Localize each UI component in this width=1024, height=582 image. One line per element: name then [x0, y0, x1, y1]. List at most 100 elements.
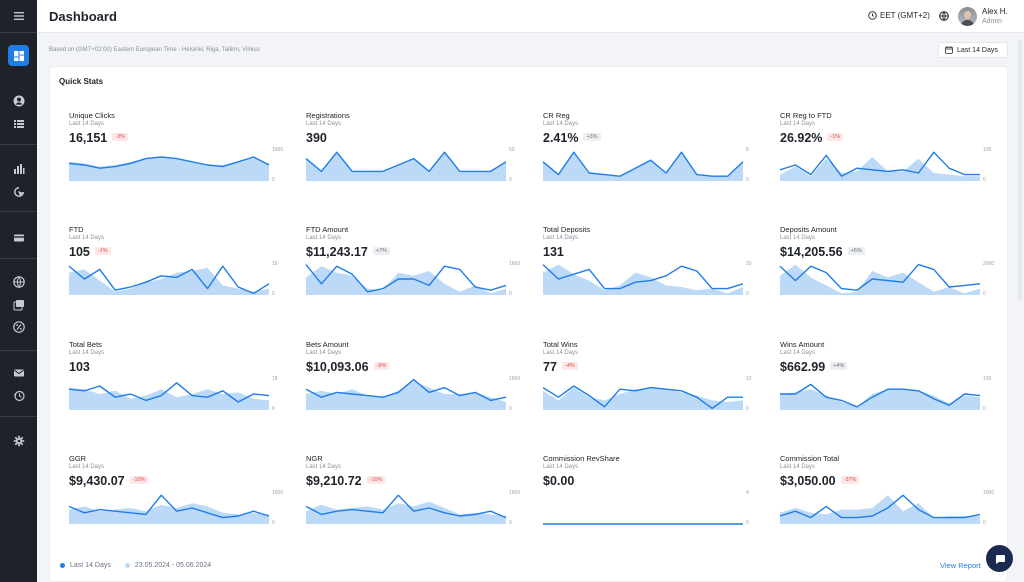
- axis-max-label: 1600: [509, 261, 521, 267]
- sparkline-area-previous: [69, 387, 269, 410]
- sidebar-item-profile[interactable]: [0, 90, 37, 112]
- stat-value: 77 -4%: [543, 360, 578, 374]
- stat-period: Last 14 Days: [306, 235, 342, 241]
- sidebar-item-media[interactable]: [0, 294, 37, 316]
- stat-tile: Registrations Last 14 Days 390 60 0: [305, 111, 521, 221]
- clock-icon: [868, 11, 877, 20]
- view-report-link[interactable]: View Report: [940, 561, 981, 570]
- stat-value-text: 105: [69, 245, 90, 259]
- sparkline-area-previous: [543, 264, 743, 295]
- axis-min-label: 0: [746, 520, 749, 526]
- axis-min-label: 0: [509, 177, 512, 183]
- sidebar-item-reports[interactable]: [0, 158, 37, 180]
- stat-period: Last 14 Days: [69, 235, 105, 241]
- axis-max-label: 100: [983, 147, 992, 153]
- stat-name: NGR: [306, 454, 323, 463]
- stat-value-text: $3,050.00: [780, 474, 836, 488]
- sidebar-divider: [0, 258, 37, 259]
- stat-tile: Commission RevShare Last 14 Days $0.00 4 0: [543, 454, 758, 564]
- timezone-label: EET (GMT+2): [880, 11, 930, 20]
- stat-value-text: $11,243.17: [306, 245, 368, 259]
- sidebar-item-dashboard[interactable]: [0, 45, 37, 67]
- sidebar-item-messages[interactable]: [0, 362, 37, 384]
- sidebar-item-history[interactable]: [0, 385, 37, 407]
- sidebar-item-settings[interactable]: [0, 430, 37, 452]
- stat-name: Wins Amount: [780, 340, 825, 349]
- sidebar-item-clicks[interactable]: [0, 181, 37, 203]
- stat-value: 2.41% +3%: [543, 131, 601, 145]
- axis-max-label: 18: [272, 261, 278, 267]
- stat-value-text: 2.41%: [543, 131, 579, 145]
- page-title: Dashboard: [49, 9, 117, 24]
- user-name: Alex H.: [982, 7, 1008, 16]
- stat-period: Last 14 Days: [780, 235, 816, 241]
- sparkline-chart: [542, 151, 744, 181]
- stat-value: 26.92% -1%: [780, 131, 844, 145]
- axis-min-label: 0: [983, 291, 986, 297]
- axis-min-label: 0: [746, 291, 749, 297]
- sparkline-chart: [68, 494, 270, 524]
- menu-icon[interactable]: [0, 5, 37, 27]
- stat-value-text: 131: [543, 245, 564, 259]
- legend-item-current: Last 14 Days: [60, 562, 111, 569]
- sparkline-area-previous: [306, 152, 506, 181]
- stat-value-text: $9,210.72: [306, 474, 362, 488]
- stat-period: Last 14 Days: [780, 350, 816, 356]
- date-range-button[interactable]: Last 14 Days: [938, 42, 1008, 58]
- stat-tile: FTD Last 14 Days 105 -1% 18 0: [68, 225, 284, 335]
- stat-tile: GGR Last 14 Days $9,430.07 -10% 1600 0: [68, 454, 284, 564]
- stat-name: FTD: [69, 225, 84, 234]
- gear-icon: [13, 435, 24, 447]
- stat-tile: FTD Amount Last 14 Days $11,243.17 +7% 1600 0: [305, 225, 521, 335]
- sparkline-chart: [305, 151, 507, 181]
- stat-value: $9,430.07 -10%: [69, 474, 149, 488]
- legend-item-previous: 23.05.2024 - 05.06.2024: [124, 562, 211, 569]
- axis-max-label: 12: [746, 376, 752, 382]
- axis-min-label: 0: [983, 406, 986, 412]
- sidebar-item-commissions[interactable]: [0, 316, 37, 338]
- sparkline-area-previous: [69, 503, 269, 524]
- sparkline-area-previous: [780, 389, 980, 410]
- avatar[interactable]: [958, 7, 977, 26]
- images-icon: [13, 300, 24, 311]
- sparkline-chart: [543, 523, 743, 525]
- stat-value: 105 -1%: [69, 245, 111, 259]
- stat-period: Last 14 Days: [543, 121, 579, 127]
- stat-value-text: 77: [543, 360, 557, 374]
- stat-value-text: $0.00: [543, 474, 575, 488]
- sidebar-divider: [0, 144, 37, 145]
- user-icon: [13, 95, 24, 107]
- timezone-note: Based on (GMT+02:00) Eastern European Ti…: [49, 47, 260, 53]
- sparkline-chart: [305, 494, 507, 524]
- stat-value: 131: [543, 245, 564, 259]
- axis-min-label: 0: [272, 177, 275, 183]
- axis-min-label: 0: [272, 406, 275, 412]
- sidebar-item-list[interactable]: [0, 113, 37, 135]
- stat-period: Last 14 Days: [69, 121, 105, 127]
- axis-max-label: 8: [746, 147, 749, 153]
- scrollbar[interactable]: [1018, 40, 1022, 300]
- stat-tile: Commission Total Last 14 Days $3,050.00 -37…: [779, 454, 995, 564]
- stat-tile: Unique Clicks Last 14 Days 16,151 -3% 1600 0: [68, 111, 284, 221]
- stat-value: $662.99 +4%: [780, 360, 848, 374]
- stat-period: Last 14 Days: [780, 121, 816, 127]
- axis-max-label: 60: [509, 147, 515, 153]
- pointer-icon: [13, 187, 24, 197]
- stat-name: CR Reg: [543, 111, 570, 120]
- stat-period: Last 14 Days: [306, 464, 342, 470]
- change-badge: -4%: [561, 361, 578, 370]
- stat-value: $3,050.00 -37%: [780, 474, 860, 488]
- axis-min-label: 0: [509, 406, 512, 412]
- timezone-selector[interactable]: EET (GMT+2): [868, 11, 930, 20]
- language-globe-icon[interactable]: [939, 11, 949, 21]
- stat-name: CR Reg to FTD: [780, 111, 832, 120]
- sidebar-item-payments[interactable]: [0, 227, 37, 249]
- stat-value-text: 103: [69, 360, 90, 374]
- chat-button[interactable]: [986, 545, 1013, 572]
- axis-min-label: 0: [509, 520, 512, 526]
- bar-chart-icon: [13, 164, 24, 174]
- sidebar-item-websites[interactable]: [0, 271, 37, 293]
- change-badge: +4%: [830, 361, 848, 370]
- stat-value: 390: [306, 131, 327, 145]
- axis-min-label: 0: [983, 520, 986, 526]
